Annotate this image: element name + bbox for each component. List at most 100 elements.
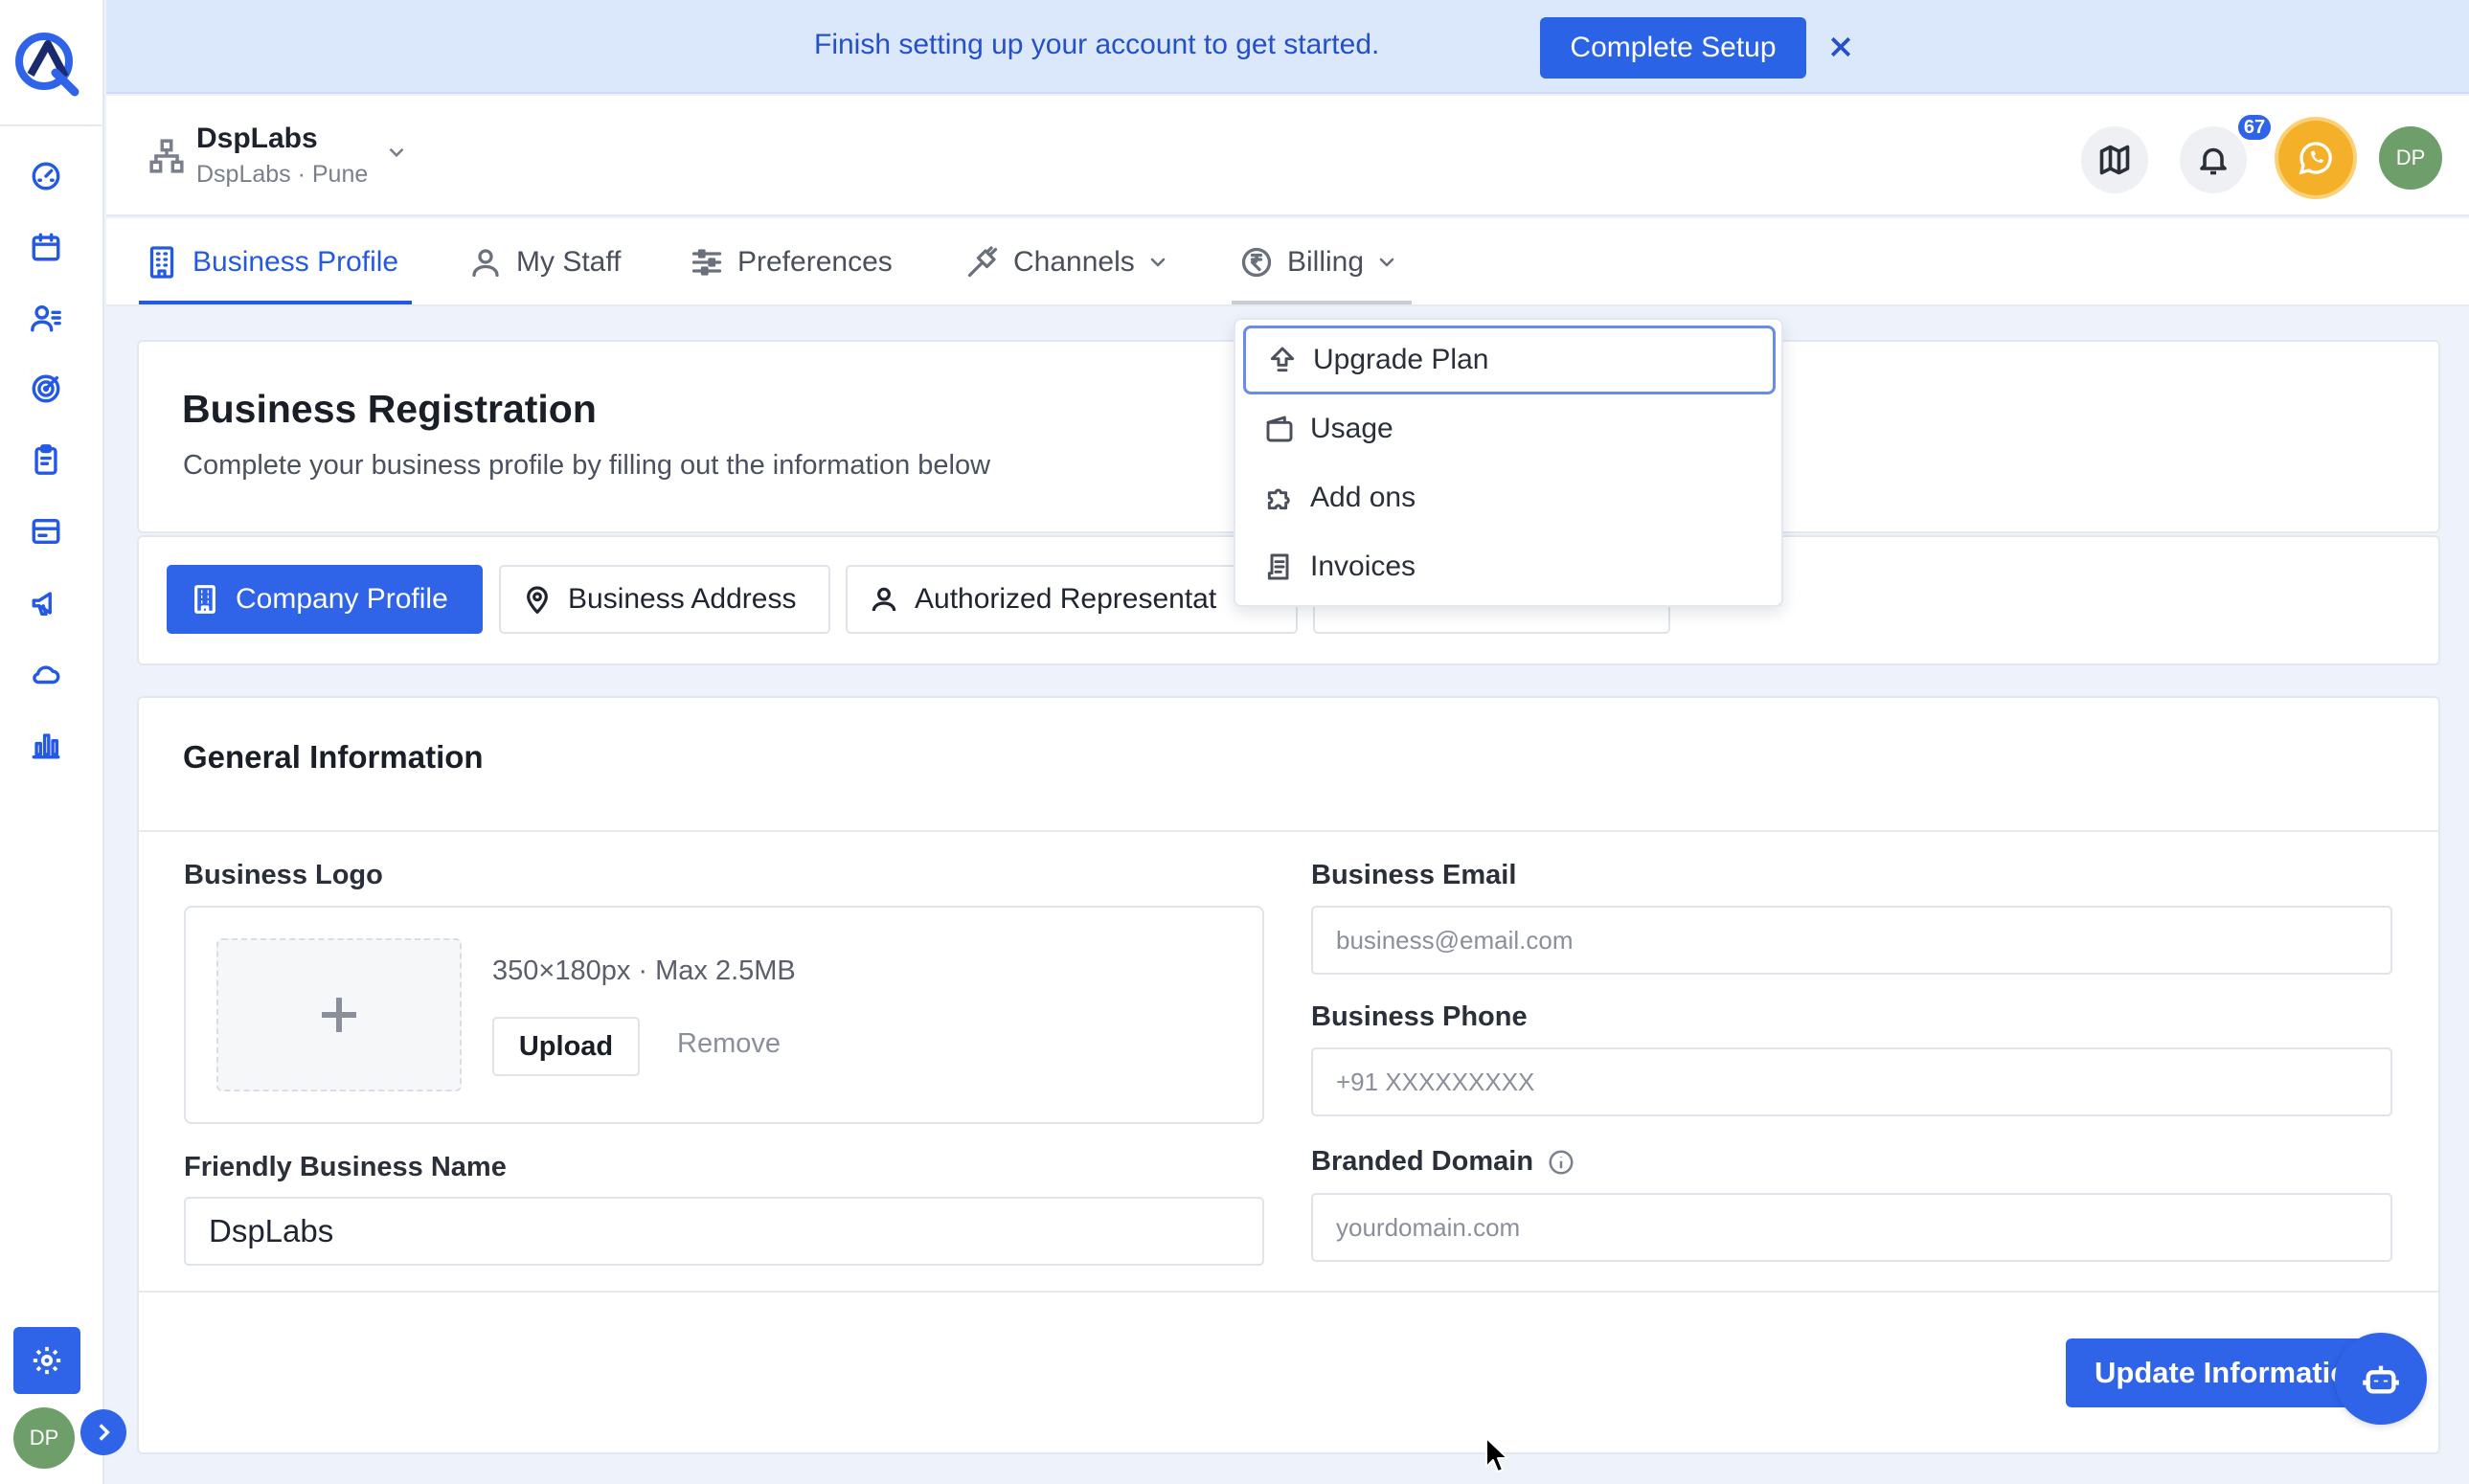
business-email-label: Business Email: [1311, 860, 1517, 890]
org-switcher-button[interactable]: [384, 140, 413, 169]
whatsapp-icon: [2299, 142, 2332, 175]
rupee-icon: [1241, 247, 1272, 278]
user-icon: [472, 249, 499, 278]
chevron-right-icon: [99, 1424, 110, 1441]
business-phone-label: Business Phone: [1311, 1001, 1528, 1032]
org-structure-icon: [148, 138, 187, 176]
upgrade-icon: [1270, 347, 1295, 372]
wallet-icon: [1266, 416, 1293, 442]
contacts-icon[interactable]: [27, 299, 65, 337]
section-tab-company-profile[interactable]: Company Profile: [167, 565, 483, 634]
calendar-icon[interactable]: [27, 228, 65, 266]
info-icon[interactable]: [1547, 1148, 1575, 1177]
setup-banner: Finish setting up your account to get st…: [106, 0, 2469, 94]
logo-spec-text: 350×180px · Max 2.5MB: [492, 956, 796, 986]
section-tab-business-address[interactable]: Business Address: [499, 565, 830, 634]
business-email-input[interactable]: business@email.com: [1311, 906, 2392, 975]
settings-tabs: Business Profile My Staff Preferences Ch…: [106, 218, 2469, 306]
sidebar-avatar[interactable]: DP: [13, 1407, 75, 1469]
megaphone-icon[interactable]: [27, 584, 65, 622]
page-title: Business Registration: [182, 387, 597, 431]
receipt-icon: [1267, 553, 1289, 580]
inbox-icon[interactable]: [27, 512, 65, 551]
friendly-name-input[interactable]: DspLabs: [184, 1197, 1264, 1266]
upload-button[interactable]: Upload: [492, 1017, 640, 1076]
banner-close-button[interactable]: [1826, 33, 1861, 67]
branded-domain-label: Branded Domain: [1311, 1146, 1534, 1177]
notifications-button[interactable]: [2180, 126, 2247, 193]
menu-item-invoices[interactable]: Invoices: [1243, 532, 1776, 601]
section-tab-label: Company Profile: [236, 583, 448, 615]
tab-label: Billing: [1287, 246, 1365, 278]
chevron-down-icon: [1150, 258, 1166, 267]
menu-item-label: Upgrade Plan: [1313, 344, 1489, 375]
remove-button[interactable]: Remove: [677, 1028, 781, 1060]
bar-chart-icon[interactable]: [27, 726, 65, 764]
business-phone-input[interactable]: +91 XXXXXXXXX: [1311, 1047, 2392, 1116]
tab-label: Preferences: [737, 246, 893, 278]
friendly-name-label: Friendly Business Name: [184, 1152, 507, 1182]
page-subtitle: Complete your business profile by fillin…: [183, 450, 991, 481]
sidebar: DP: [0, 0, 126, 1484]
active-tab-indicator: [139, 301, 412, 304]
robot-icon: [2363, 1365, 2399, 1394]
org-name[interactable]: DspLabs: [196, 123, 318, 155]
business-logo-label: Business Logo: [184, 860, 383, 890]
tab-my-staff[interactable]: My Staff: [468, 218, 621, 306]
billing-dropdown-menu: Upgrade Plan Usage Add ons Invoices: [1234, 318, 1783, 607]
section-tab-authorized-representative[interactable]: Authorized Representat: [846, 565, 1298, 634]
tab-preferences[interactable]: Preferences: [690, 218, 893, 306]
user-icon: [872, 587, 896, 612]
dashboard-icon[interactable]: [27, 157, 65, 195]
settings-button[interactable]: [13, 1327, 80, 1394]
building-icon: [194, 585, 215, 614]
branded-domain-input[interactable]: yourdomain.com: [1311, 1193, 2392, 1262]
close-icon: [1830, 36, 1851, 57]
clipboard-icon[interactable]: [27, 440, 65, 479]
tab-label: My Staff: [516, 246, 622, 278]
target-icon[interactable]: [27, 370, 65, 408]
sliders-icon: [691, 249, 722, 276]
menu-item-label: Usage: [1310, 413, 1393, 444]
user-avatar[interactable]: DP: [2379, 126, 2442, 190]
sidebar-divider: [0, 124, 102, 126]
footer-divider: [138, 1291, 2438, 1293]
section-tab-label: Business Address: [568, 583, 797, 615]
puzzle-icon: [1267, 488, 1290, 510]
menu-item-usage[interactable]: Usage: [1243, 394, 1776, 463]
tab-business-profile[interactable]: Business Profile: [145, 218, 398, 306]
bell-icon: [2200, 147, 2227, 175]
plug-icon: [967, 246, 998, 278]
banner-message: Finish setting up your account to get st…: [814, 29, 1380, 60]
gear-icon: [33, 1346, 61, 1375]
tab-billing[interactable]: Billing: [1239, 218, 1398, 306]
tab-label: Business Profile: [193, 246, 399, 278]
plus-icon: [322, 998, 356, 1032]
section-divider: [138, 830, 2438, 832]
section-tab-label: Authorized Representat: [915, 583, 1217, 615]
map-icon: [2099, 145, 2130, 175]
chevron-down-icon: [1379, 258, 1394, 267]
tab-channels[interactable]: Channels: [965, 218, 1169, 306]
sidebar-expand-button[interactable]: [80, 1409, 126, 1455]
assistant-bot-button[interactable]: [2335, 1333, 2427, 1425]
cloud-icon[interactable]: [27, 655, 65, 693]
org-subtitle: DspLabs · Pune: [196, 161, 369, 188]
map-button[interactable]: [2081, 126, 2148, 193]
notification-count-badge: 67: [2236, 113, 2273, 142]
app-logo[interactable]: [11, 27, 82, 98]
building-icon: [149, 246, 174, 279]
billing-tab-hover-indicator: [1232, 301, 1412, 304]
tab-label: Channels: [1013, 246, 1135, 278]
menu-item-label: Invoices: [1310, 551, 1416, 582]
section-title: General Information: [183, 739, 484, 775]
menu-item-upgrade-plan[interactable]: Upgrade Plan: [1243, 326, 1776, 394]
whatsapp-button[interactable]: [2275, 117, 2357, 199]
logo-dropzone[interactable]: [216, 938, 462, 1091]
chevron-down-icon: [389, 147, 404, 158]
map-pin-icon: [527, 586, 548, 614]
menu-item-add-ons[interactable]: Add ons: [1243, 463, 1776, 532]
complete-setup-button[interactable]: Complete Setup: [1540, 17, 1806, 79]
menu-item-label: Add ons: [1310, 482, 1416, 513]
top-header: DspLabs DspLabs · Pune 67 DP: [106, 96, 2469, 216]
